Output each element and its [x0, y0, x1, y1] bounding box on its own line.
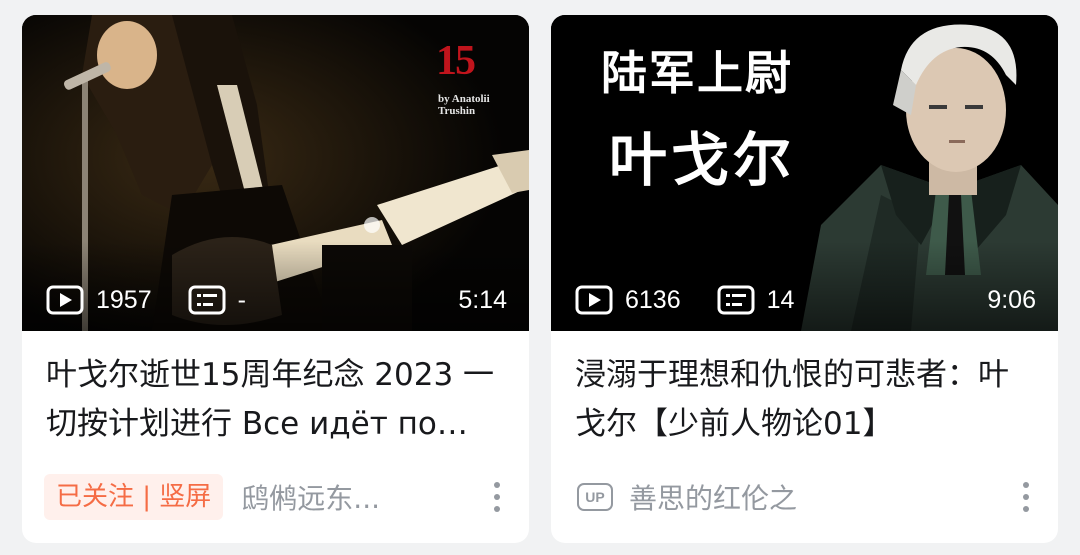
danmaku-icon: [717, 285, 755, 315]
author-name[interactable]: 善思的红伦之: [629, 477, 797, 517]
more-options-button[interactable]: [487, 477, 507, 517]
followed-badge: 已关注 | 竖屏: [44, 474, 224, 520]
comment-count-value: 14: [766, 285, 795, 314]
more-vertical-icon: [1023, 482, 1029, 488]
video-title[interactable]: 叶戈尔逝世15周年纪念 2023 一切按计划进行 Все идёт по пла…: [46, 351, 503, 449]
comment-count-value: -: [237, 285, 246, 314]
comment-count: 14: [717, 285, 795, 315]
video-stats-bar: 6136 14 9:06: [575, 283, 1036, 317]
more-options-button[interactable]: [1016, 477, 1036, 517]
card-footer: UP 善思的红伦之: [573, 473, 1036, 521]
view-count: 6136: [575, 285, 681, 315]
video-title[interactable]: 浸溺于理想和仇恨的可悲者：叶戈尔【少前人物论01】: [575, 351, 1032, 449]
card-footer: 已关注 | 竖屏 鸱鸺远东...: [44, 473, 507, 521]
up-badge: UP: [577, 483, 613, 511]
video-thumbnail[interactable]: 15 by Anatolii Trushin 1957 - 5:14: [22, 15, 529, 331]
view-count-value: 6136: [625, 285, 681, 314]
video-thumbnail[interactable]: 陆军上尉 叶戈尔 6136 14 9:06: [551, 15, 1058, 331]
thumbnail-line-2: 叶戈尔: [609, 126, 796, 194]
video-duration: 9:06: [987, 285, 1036, 314]
view-count: 1957: [46, 285, 152, 315]
video-stats-bar: 1957 - 5:14: [46, 283, 507, 317]
comment-count: -: [188, 285, 246, 315]
video-card[interactable]: 15 by Anatolii Trushin 1957 - 5:14 叶戈尔逝世…: [22, 15, 529, 543]
play-count-icon: [46, 285, 84, 315]
thumbnail-line-1: 陆军上尉: [601, 46, 793, 100]
video-feed-grid: 15 by Anatolii Trushin 1957 - 5:14 叶戈尔逝世…: [0, 0, 1080, 555]
author-name[interactable]: 鸱鸺远东...: [241, 477, 380, 517]
play-count-icon: [575, 285, 613, 315]
thumbnail-credit: by Anatolii Trushin: [438, 93, 490, 117]
video-card[interactable]: 陆军上尉 叶戈尔 6136 14 9:06 浸溺于理想和仇恨的可悲者：叶戈尔【少…: [551, 15, 1058, 543]
danmaku-icon: [188, 285, 226, 315]
video-duration: 5:14: [458, 285, 507, 314]
view-count-value: 1957: [96, 285, 152, 314]
more-vertical-icon: [494, 482, 500, 488]
thumbnail-number-tag: 15: [436, 38, 476, 84]
